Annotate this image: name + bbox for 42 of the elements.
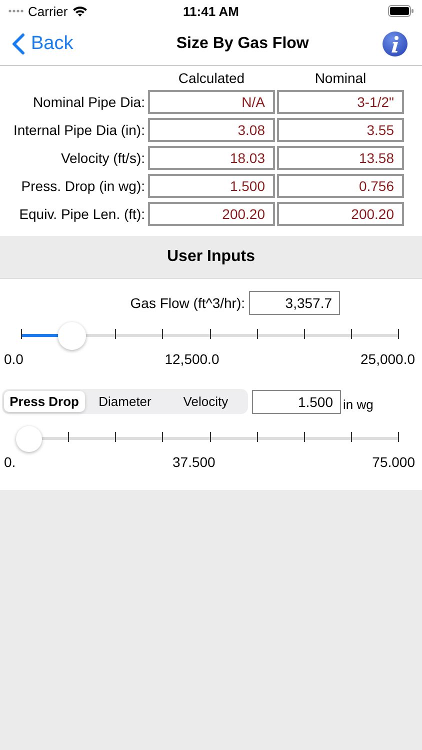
battery-icon [388, 5, 414, 17]
gas-flow-label: Gas Flow (ft^3/hr): [130, 295, 245, 311]
segment-tab[interactable]: Press Drop [4, 391, 85, 412]
value-cell: 1.500 [148, 174, 275, 198]
value-cell: 200.20 [148, 202, 275, 226]
scale-label: 0.0 [4, 351, 24, 367]
value-cell: 3.55 [277, 118, 404, 142]
gas-flow-field[interactable]: 3,357.7 [249, 291, 340, 315]
scale-label: 25,000.0 [360, 351, 415, 367]
slider-thumb[interactable] [58, 322, 86, 350]
value-cell: 0.756 [277, 174, 404, 198]
value-cell: 3.08 [148, 118, 275, 142]
row-label: Velocity (ft/s): [60, 150, 146, 166]
value-cell: 3-1/2" [277, 90, 404, 114]
value-cell: N/A [148, 90, 275, 114]
row-label: Equiv. Pipe Len. (ft): [18, 206, 146, 222]
chevron-left-icon [12, 32, 25, 54]
value-cell: 18.03 [148, 146, 275, 170]
column-header: Calculated [177, 70, 246, 86]
value-cell: 200.20 [277, 202, 404, 226]
row-label: Press. Drop (in wg): [20, 178, 146, 194]
row-label: Internal Pipe Dia (in): [12, 122, 146, 138]
section-title: User Inputs [166, 248, 255, 266]
wifi-icon [72, 5, 88, 17]
screen-title: Size By Gas Flow [176, 34, 309, 52]
scale-label: 75.000 [372, 454, 415, 470]
column-header: Nominal [314, 70, 368, 86]
segment-tab[interactable]: Velocity [165, 391, 246, 412]
clock-time: 11:41 AM [183, 4, 239, 18]
back-button[interactable]: Back [12, 32, 74, 54]
slider-thumb[interactable] [16, 426, 42, 452]
signal-icon [8, 9, 24, 13]
segment-tab[interactable]: Diameter [84, 391, 166, 412]
scale-label: 12,500.0 [164, 351, 220, 367]
value-cell: 13.58 [277, 146, 404, 170]
scale-label: 0. [4, 454, 16, 470]
value-field[interactable]: 1.500 [252, 390, 341, 414]
carrier-name: Carrier [28, 4, 68, 18]
row-label: Nominal Pipe Dia: [32, 94, 146, 110]
scale-label: 37.500 [172, 454, 216, 470]
unit-label: in wg [343, 397, 374, 412]
info-icon[interactable] [382, 30, 408, 56]
